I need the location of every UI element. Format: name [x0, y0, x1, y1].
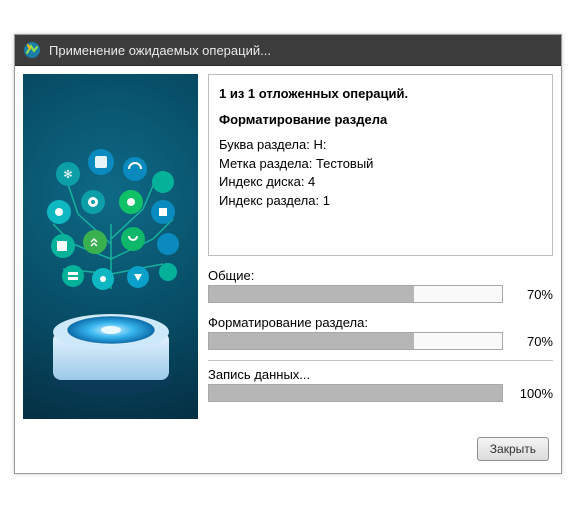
right-panel: 1 из 1 отложенных операций. Форматирован…: [208, 74, 553, 419]
progress-task-bar: [208, 332, 503, 350]
dialog-footer: Закрыть: [15, 427, 561, 473]
progress-write-bar: [208, 384, 503, 402]
operation-name: Форматирование раздела: [219, 111, 542, 129]
titlebar[interactable]: Применение ожидаемых операций...: [15, 35, 561, 66]
progress-write: Запись данных... 100%: [208, 367, 553, 402]
content-area: ✻: [15, 66, 561, 427]
svg-text:✻: ✻: [63, 169, 72, 181]
detail-row: Индекс диска: 4: [219, 173, 542, 191]
detail-row: Метка раздела: Тестовый: [219, 155, 542, 173]
close-button[interactable]: Закрыть: [477, 437, 549, 461]
operation-info-box: 1 из 1 отложенных операций. Форматирован…: [208, 74, 553, 256]
progress-task-percent: 70%: [513, 334, 553, 349]
illustration-panel: ✻: [23, 74, 198, 419]
detail-row: Буква раздела: H:: [219, 136, 542, 154]
progress-overall-label: Общие:: [208, 268, 553, 283]
progress-task-label: Форматирование раздела:: [208, 315, 553, 330]
separator: [208, 360, 553, 361]
progress-write-percent: 100%: [513, 386, 553, 401]
dialog-window: Применение ожидаемых операций... ✻: [14, 34, 562, 474]
window-title: Применение ожидаемых операций...: [49, 43, 271, 58]
progress-task: Форматирование раздела: 70%: [208, 315, 553, 350]
progress-overall-bar: [208, 285, 503, 303]
progress-write-label: Запись данных...: [208, 367, 553, 382]
progress-overall-percent: 70%: [513, 287, 553, 302]
app-icon: [23, 41, 41, 59]
progress-overall: Общие: 70%: [208, 268, 553, 303]
detail-row: Индекс раздела: 1: [219, 192, 542, 210]
operation-summary: 1 из 1 отложенных операций.: [219, 85, 542, 103]
operation-details: Буква раздела: H:Метка раздела: Тестовый…: [219, 136, 542, 209]
